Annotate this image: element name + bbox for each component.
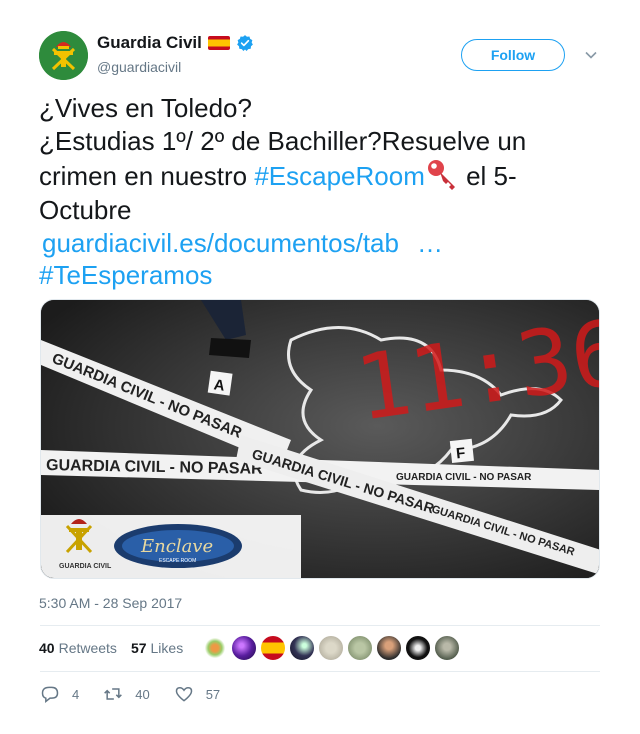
follow-button[interactable]: Follow [461, 39, 565, 71]
chevron-down-icon[interactable] [584, 48, 598, 62]
tweet-text-segment: el 5- [458, 161, 517, 191]
avatar[interactable] [39, 31, 88, 80]
logo-label: GUARDIA CIVIL [59, 563, 112, 570]
guardia-civil-emblem-icon [39, 31, 88, 80]
retweet-button[interactable]: 40 [103, 684, 150, 704]
retweets-count: 40 [39, 640, 55, 656]
account-handle[interactable]: @guardiacivil [97, 59, 181, 75]
retweets-stat[interactable]: 40 Retweets [39, 640, 117, 656]
likes-count: 57 [130, 640, 147, 656]
liker-avatar[interactable] [405, 635, 431, 661]
reply-count: 4 [72, 686, 80, 702]
enclave-label: Enclave [140, 536, 213, 557]
like-count: 57 [205, 686, 221, 702]
hashtag-teesperamos[interactable]: #TeEsperamos [39, 259, 599, 292]
enclave-logo-icon: Enclave ESCAPE ROOM [114, 524, 242, 568]
key-emoji-icon [427, 160, 455, 190]
likes-stat[interactable]: 57 Likes [131, 640, 183, 656]
tweet-line: ¿Vives en Toledo? [39, 93, 252, 123]
crime-scene-image: 11:36 A F GUARDIA CIVIL - NO PASAR GUARD… [41, 300, 599, 578]
likes-label: Likes [150, 640, 184, 656]
liker-avatar[interactable] [260, 635, 286, 661]
tweet-stats: 40 Retweets 57 Likes [39, 640, 183, 656]
liker-avatar[interactable] [434, 635, 460, 661]
spain-flag-icon [207, 36, 230, 50]
display-name[interactable]: Guardia Civil [97, 33, 202, 53]
tweet-text-segment: crimen en nuestro [39, 161, 255, 191]
liker-avatar[interactable] [202, 635, 228, 661]
marker-f-text: F [455, 445, 466, 463]
liker-avatar[interactable] [231, 635, 257, 661]
reply-icon [41, 686, 59, 704]
liker-avatars [202, 635, 460, 661]
like-button[interactable]: 57 [174, 684, 220, 704]
tweet-text: ¿Vives en Toledo? ¿Estudias 1º/ 2º de Ba… [39, 92, 599, 292]
heart-icon [175, 686, 192, 702]
tweet-line: Octubre [39, 195, 132, 225]
tweet-url-link[interactable]: guardiacivil.es/documentos/tab [42, 228, 399, 258]
liker-avatar[interactable] [289, 635, 315, 661]
liker-avatar[interactable] [347, 635, 373, 661]
tape-text: GUARDIA CIVIL - NO PASAR [396, 472, 532, 483]
reply-button[interactable]: 4 [40, 684, 79, 704]
retweets-label: Retweets [58, 640, 117, 656]
tweet-line: crimen en nuestro #EscapeRoom el 5- [39, 157, 599, 194]
tweet-actions: 4 40 57 [40, 684, 244, 704]
tweet-media-image[interactable]: 11:36 A F GUARDIA CIVIL - NO PASAR GUARD… [40, 299, 600, 579]
hashtag-escaperoom[interactable]: #EscapeRoom [254, 161, 425, 191]
divider [40, 625, 600, 626]
tweet-line: guardiacivil.es/documentos/tab … [39, 227, 599, 260]
tweet-line: ¿Estudias 1º/ 2º de Bachiller?Resuelve u… [39, 125, 527, 156]
divider [40, 671, 600, 672]
tweet-card: Guardia Civil @guardiacivil Follow ¿Vive… [0, 0, 640, 734]
liker-avatar[interactable] [318, 635, 344, 661]
tweet-timestamp[interactable]: 5:30 AM - 28 Sep 2017 [39, 595, 182, 611]
retweet-count: 40 [135, 686, 150, 702]
liker-avatar[interactable] [376, 635, 402, 661]
retweet-icon [104, 688, 123, 700]
enclave-sub-label: ESCAPE ROOM [159, 558, 196, 564]
tweet-url-ellipsis[interactable]: … [417, 228, 443, 258]
verified-badge-icon [237, 35, 253, 51]
account-name[interactable]: Guardia Civil [97, 33, 254, 53]
